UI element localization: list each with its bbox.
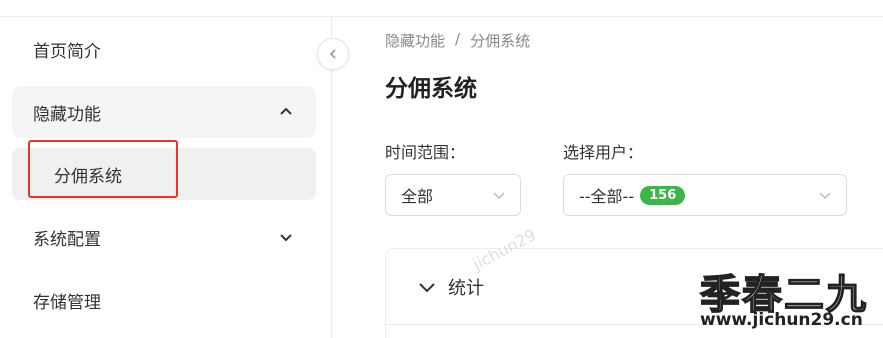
user-count-badge: 156 (640, 185, 686, 205)
watermark-url-text: www.jichun29.cn (700, 310, 863, 330)
breadcrumb-current: 分佣系统 (470, 32, 531, 50)
chevron-down-icon (819, 192, 831, 199)
time-range-value: 全部 (401, 187, 434, 206)
sidebar-item-hidden-features[interactable]: 隐藏功能 (12, 86, 316, 138)
highlight-annotation-box (28, 140, 178, 198)
user-select[interactable]: --全部-- 156 (563, 174, 847, 216)
sidebar-item-label: 首页简介 (33, 41, 101, 62)
statistics-card-title: 统计 (448, 277, 484, 299)
sidebar-item-home[interactable]: 首页简介 (12, 23, 316, 75)
user-select-label: 选择用户： (563, 143, 644, 162)
page-title: 分佣系统 (385, 76, 477, 102)
breadcrumb-parent[interactable]: 隐藏功能 (385, 30, 445, 51)
user-select-value: --全部-- (579, 187, 635, 206)
chevron-down-icon (280, 234, 292, 242)
sidebar-item-storage[interactable]: 存储管理 (12, 274, 316, 326)
sidebar-item-label: 系统配置 (33, 229, 101, 250)
breadcrumb: 隐藏功能 / 分佣系统 (385, 30, 530, 51)
time-range-label: 时间范围： (385, 143, 466, 162)
sidebar-item-label: 存储管理 (33, 292, 101, 313)
time-range-select[interactable]: 全部 (385, 174, 521, 216)
chevron-down-icon (419, 282, 435, 292)
breadcrumb-separator: / (455, 30, 461, 48)
top-bar (0, 0, 883, 17)
sidebar-item-system-config[interactable]: 系统配置 (12, 211, 316, 263)
chevron-up-icon (280, 107, 292, 115)
chevron-down-icon (493, 192, 505, 199)
sidebar-item-label: 隐藏功能 (33, 104, 101, 125)
